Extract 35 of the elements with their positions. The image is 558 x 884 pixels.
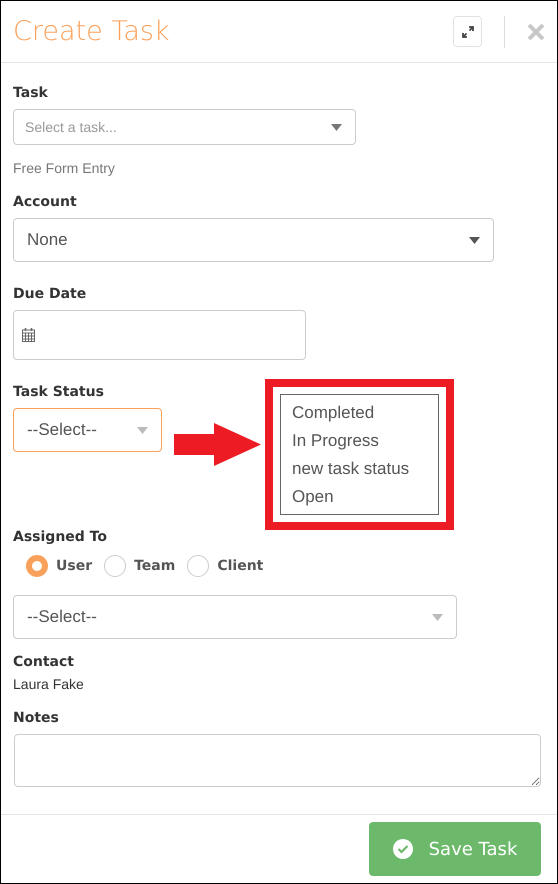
notes-field[interactable] xyxy=(14,734,541,787)
caret-icon xyxy=(469,236,480,244)
account-select[interactable]: None xyxy=(13,218,494,262)
status-option[interactable]: new task status xyxy=(292,455,438,483)
field-label: Assigned To xyxy=(13,529,108,545)
caret-icon xyxy=(432,614,443,620)
caret-icon xyxy=(137,426,148,434)
radio-label: Team xyxy=(134,558,176,574)
radio-label: User xyxy=(56,558,92,574)
field-label: Contact xyxy=(13,654,75,670)
field-label: Due Date xyxy=(13,286,88,302)
task-status-select[interactable]: --Select-- xyxy=(13,408,162,452)
status-option[interactable]: In Progress xyxy=(292,427,438,455)
caret-icon xyxy=(331,124,342,130)
close-icon xyxy=(527,22,545,40)
field-label: Task Status xyxy=(13,384,105,400)
close-button[interactable] xyxy=(527,22,545,40)
due-date-field[interactable] xyxy=(13,310,306,360)
status-option[interactable]: Completed xyxy=(292,399,438,427)
field-label: Notes xyxy=(13,710,60,726)
check-circle-icon xyxy=(392,839,413,859)
expand-button[interactable] xyxy=(453,16,482,47)
radio-button[interactable] xyxy=(104,555,126,577)
field-label: Task xyxy=(13,85,49,101)
free-form-entry-text: Free Form Entry xyxy=(13,160,116,176)
radio-button[interactable] xyxy=(26,555,48,577)
window-title: Create Task xyxy=(13,16,171,47)
radio-label: Client xyxy=(217,558,264,574)
contact-name: Laura Fake xyxy=(13,676,85,692)
status-option[interactable]: Open xyxy=(292,483,438,511)
assignee-select[interactable]: --Select-- xyxy=(13,595,457,639)
field-label: Account xyxy=(13,194,78,210)
radio-button[interactable] xyxy=(187,555,210,577)
expand-icon xyxy=(462,26,474,38)
calendar-icon xyxy=(22,328,35,342)
